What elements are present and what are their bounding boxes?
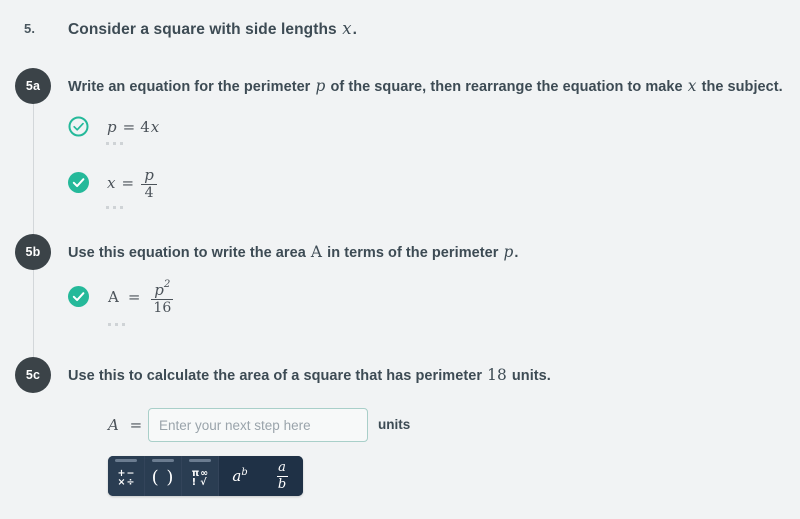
step-5a-text-c: the subject. bbox=[701, 79, 783, 95]
answer-row-5b-1: A = p2 16 bbox=[0, 279, 500, 332]
step-5a-var-x: x bbox=[687, 77, 697, 95]
step-badge-5b[interactable]: 5b bbox=[15, 234, 51, 270]
answer-5a-1-expression: p = 4x bbox=[106, 112, 160, 142]
exponent-power: b bbox=[241, 467, 248, 478]
ellipsis-dot bbox=[113, 206, 116, 209]
step-5c-instruction: Use this to calculate the area of a squa… bbox=[68, 366, 551, 384]
answer-5b-1-fraction: p2 16 bbox=[151, 278, 174, 316]
answer-5b-1-expression: A = p2 16 bbox=[108, 278, 175, 316]
answer-5b-1-lhs: A bbox=[108, 288, 119, 306]
answer-5a-1-lhs: p bbox=[107, 118, 117, 136]
answer-5b-1-equals: = bbox=[127, 288, 141, 306]
fraction-numerator-base: p bbox=[154, 280, 164, 299]
check-circle-filled-icon bbox=[68, 172, 89, 193]
ellipsis-dot bbox=[108, 323, 111, 326]
answer-input-label-var: A bbox=[108, 416, 119, 434]
symbols-key[interactable]: π ∞ ! √ bbox=[182, 456, 219, 496]
ellipsis-dot bbox=[106, 206, 109, 209]
worksheet-page: 5. Consider a square with side lengths x… bbox=[0, 0, 800, 519]
answer-5a-1-equals: = bbox=[122, 118, 136, 136]
ellipsis-dot bbox=[113, 142, 116, 145]
answer-5b-1-ellipsis[interactable] bbox=[108, 323, 125, 326]
step-5c-text-b: units. bbox=[511, 368, 551, 384]
symbols-icon: π ∞ ! √ bbox=[191, 468, 208, 488]
key-selected-marker bbox=[189, 459, 211, 462]
answer-5a-1-coefficient: 4 bbox=[140, 118, 150, 136]
check-circle-filled-icon bbox=[68, 286, 89, 307]
answer-5a-2-equals: = bbox=[121, 174, 135, 192]
fraction-key[interactable]: a b bbox=[261, 456, 303, 496]
question-number: 5. bbox=[24, 21, 36, 36]
divide-glyph: ÷ bbox=[126, 477, 135, 488]
ellipsis-dot bbox=[115, 323, 118, 326]
ellipsis-dot bbox=[120, 142, 123, 145]
answer-5a-2-expression: x = p 4 bbox=[106, 166, 159, 201]
step-5b-text-c: . bbox=[514, 245, 519, 261]
step-5a-text-a: Write an equation for the perimeter bbox=[68, 79, 311, 95]
fraction-numerator: p bbox=[144, 166, 154, 184]
exponent-icon: ab bbox=[232, 467, 247, 485]
question-prompt: Consider a square with side lengths x. bbox=[68, 19, 357, 39]
fraction-key-denominator: b bbox=[277, 476, 287, 492]
parentheses-icon: ( ) bbox=[151, 467, 175, 488]
exponent-key[interactable]: ab bbox=[219, 456, 261, 496]
times-glyph: × bbox=[117, 477, 126, 488]
exponent-base: a bbox=[232, 467, 242, 485]
parentheses-key[interactable]: ( ) bbox=[145, 456, 182, 496]
question-prompt-period: . bbox=[352, 21, 357, 38]
fraction-numerator-exponent: 2 bbox=[163, 278, 171, 290]
answer-5a-2-lhs: x bbox=[107, 174, 116, 192]
step-5b-var-p: p bbox=[503, 243, 514, 261]
answer-5a-1-ellipsis[interactable] bbox=[106, 142, 123, 145]
answer-row-5a-1: p = 4x bbox=[0, 116, 500, 162]
fraction-icon: a b bbox=[276, 459, 288, 492]
answer-input-row: A = units bbox=[0, 408, 800, 444]
factorial-glyph: ! bbox=[191, 477, 197, 488]
operators-key[interactable]: + − × ÷ bbox=[108, 456, 145, 496]
step-5b-text-a: Use this equation to write the area bbox=[68, 245, 306, 261]
fraction-denominator: 4 bbox=[144, 185, 154, 201]
answer-5a-2-ellipsis[interactable] bbox=[106, 206, 123, 209]
step-5b-text-b: in terms of the perimeter bbox=[327, 245, 499, 261]
fraction-denominator: 16 bbox=[153, 299, 172, 316]
ellipsis-dot bbox=[120, 206, 123, 209]
step-badge-5a[interactable]: 5a bbox=[15, 68, 51, 104]
step-5a-var-p: p bbox=[315, 77, 326, 95]
answer-input[interactable] bbox=[148, 408, 368, 442]
math-keyboard-toolbar: + − × ÷ ( ) π ∞ ! √ ab a b bbox=[108, 456, 303, 496]
answer-input-label-equals: = bbox=[129, 416, 143, 434]
radical-glyph: √ bbox=[200, 477, 207, 488]
key-selected-marker bbox=[152, 459, 174, 462]
step-badge-5c[interactable]: 5c bbox=[15, 357, 51, 393]
question-prompt-text: Consider a square with side lengths bbox=[68, 21, 337, 38]
step-5b-var-A: A bbox=[310, 243, 323, 261]
fraction-key-numerator: a bbox=[278, 459, 286, 475]
step-5a-instruction: Write an equation for the perimeter p of… bbox=[68, 77, 783, 95]
key-selected-marker bbox=[115, 459, 137, 462]
ellipsis-dot bbox=[122, 323, 125, 326]
answer-units-label: units bbox=[378, 417, 411, 432]
answer-row-5a-2: x = p 4 bbox=[0, 168, 500, 218]
answer-input-label: A = bbox=[108, 416, 142, 434]
fraction-numerator: p2 bbox=[152, 278, 172, 299]
check-circle-outline-icon bbox=[68, 116, 89, 137]
step-5c-text-a: Use this to calculate the area of a squa… bbox=[68, 368, 483, 384]
answer-5a-2-fraction: p 4 bbox=[141, 166, 158, 201]
operators-icon: + − × ÷ bbox=[117, 468, 135, 488]
step-5a-text-b: of the square, then rearrange the equati… bbox=[330, 79, 683, 95]
ellipsis-dot bbox=[106, 142, 109, 145]
step-5b-instruction: Use this equation to write the area A in… bbox=[68, 243, 519, 261]
answer-5a-1-var: x bbox=[150, 118, 160, 136]
question-prompt-variable: x bbox=[342, 19, 352, 38]
step-5c-value-18: 18 bbox=[487, 366, 507, 384]
